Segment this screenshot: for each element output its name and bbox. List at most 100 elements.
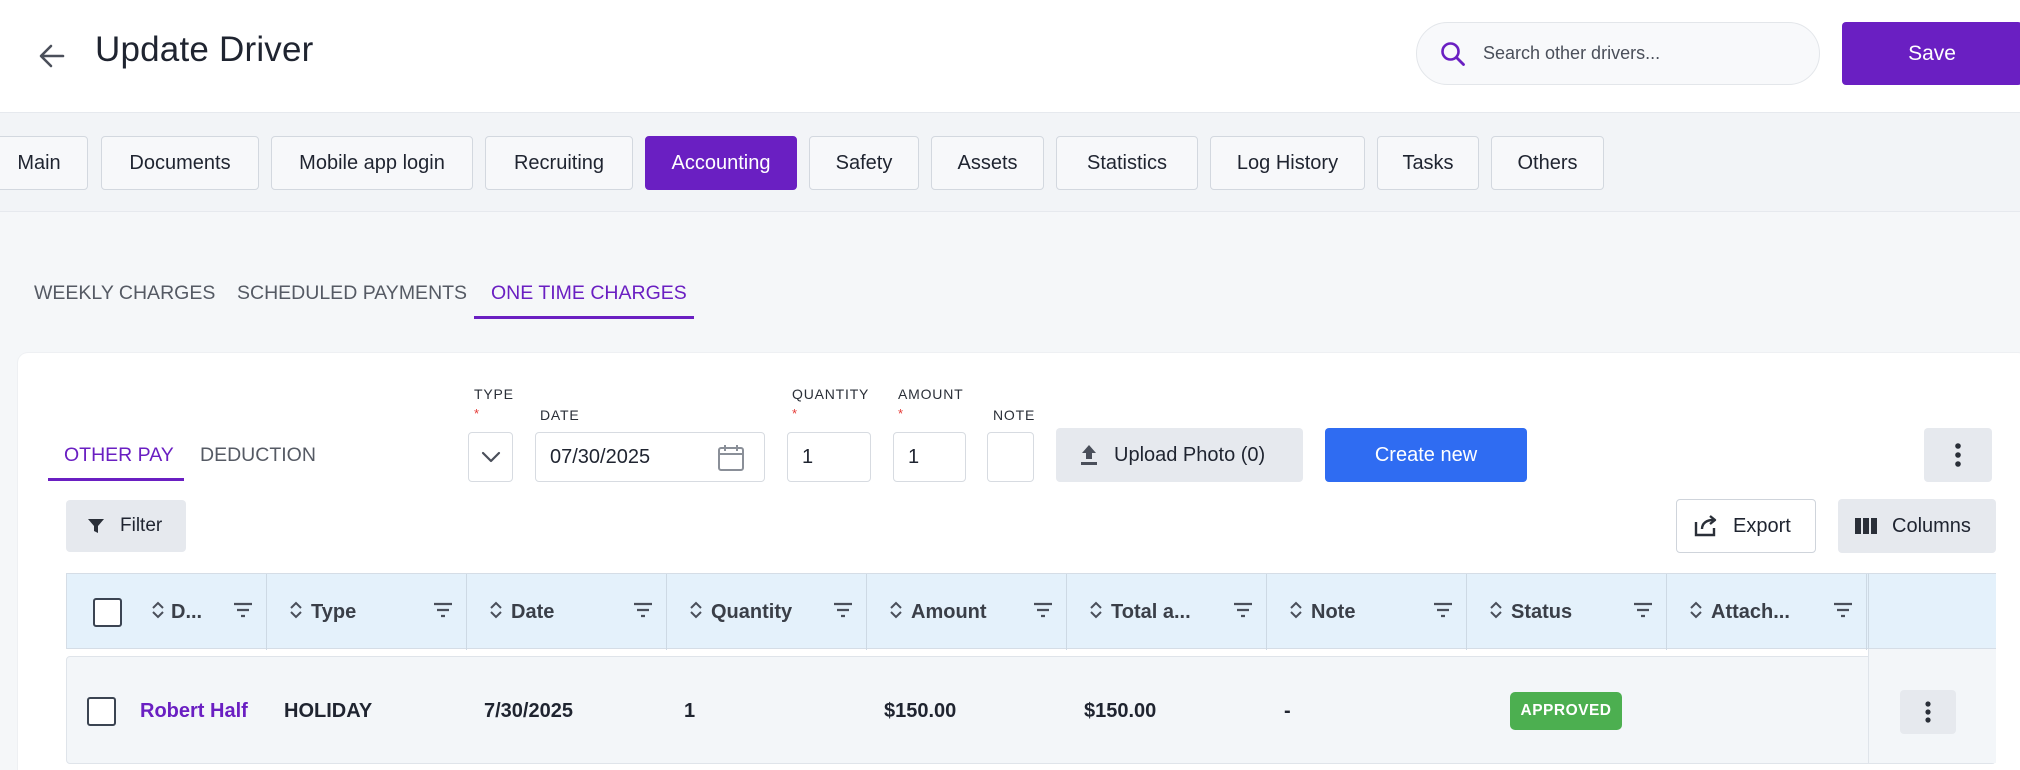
- upload-icon: [1081, 445, 1097, 465]
- cell-total-amount: $150.00: [1084, 699, 1157, 722]
- search-input[interactable]: [1483, 43, 1783, 64]
- page-header: Update Driver Save: [0, 0, 2020, 113]
- column-header-type[interactable]: Type: [267, 574, 467, 650]
- column-label: Note: [1311, 601, 1356, 623]
- sort-icon[interactable]: [889, 600, 903, 620]
- tab-deduction[interactable]: DEDUCTION: [200, 444, 316, 467]
- filter-button[interactable]: Filter: [66, 500, 186, 552]
- page-title: Update Driver: [95, 30, 314, 69]
- save-button[interactable]: Save: [1842, 22, 2020, 85]
- row-checkbox[interactable]: [87, 697, 116, 726]
- search-icon: [1441, 41, 1465, 66]
- filter-icon[interactable]: [1433, 602, 1453, 618]
- driver-link[interactable]: Robert Half: [140, 657, 248, 765]
- tab-mobile-app-login[interactable]: Mobile app login: [271, 136, 473, 190]
- quantity-label: QUANTITY: [792, 386, 870, 402]
- filter-label: Filter: [120, 515, 163, 536]
- tab-assets[interactable]: Assets: [931, 136, 1044, 190]
- column-header-date[interactable]: Date: [467, 574, 667, 650]
- row-actions-button[interactable]: [1900, 690, 1956, 734]
- filter-icon[interactable]: [1833, 602, 1853, 618]
- column-label: Type: [311, 601, 357, 623]
- type-select[interactable]: [468, 432, 513, 482]
- amount-label: AMOUNT: [898, 386, 964, 402]
- more-vertical-icon: [1925, 701, 1931, 723]
- cell-quantity: 1: [684, 699, 696, 722]
- filter-icon[interactable]: [1033, 602, 1053, 618]
- sort-icon[interactable]: [1089, 600, 1103, 620]
- filter-icon[interactable]: [433, 602, 453, 618]
- sort-icon[interactable]: [1489, 600, 1503, 620]
- inner-tab-indicator: [48, 478, 184, 481]
- columns-icon: [1855, 518, 1877, 534]
- date-value: 07/30/2025: [550, 445, 651, 468]
- column-label: D...: [171, 601, 203, 623]
- sort-icon[interactable]: [289, 600, 303, 620]
- filter-icon[interactable]: [1633, 602, 1653, 618]
- filter-icon[interactable]: [1233, 602, 1253, 618]
- tab-recruiting[interactable]: Recruiting: [485, 136, 633, 190]
- table-header: D... Type Date Quantity Amount Total a..…: [66, 573, 1996, 650]
- status-badge: APPROVED: [1510, 692, 1622, 730]
- type-required-mark: *: [474, 406, 480, 421]
- tab-others[interactable]: Others: [1491, 136, 1604, 190]
- upload-photo-label: Upload Photo (0): [1114, 443, 1266, 466]
- column-header-driver[interactable]: D...: [67, 574, 267, 650]
- table-row[interactable]: Robert Half HOLIDAY 7/30/2025 1 $150.00 …: [66, 656, 1996, 764]
- back-arrow-icon: [39, 44, 65, 68]
- quantity-required-mark: *: [792, 406, 798, 421]
- column-header-attachments[interactable]: Attach...: [1667, 574, 1867, 650]
- column-header-note[interactable]: Note: [1267, 574, 1467, 650]
- column-header-status[interactable]: Status: [1467, 574, 1667, 650]
- tab-safety[interactable]: Safety: [809, 136, 919, 190]
- columns-label: Columns: [1892, 514, 1971, 537]
- cell-note: -: [1284, 699, 1291, 722]
- driver-tabs: Main Documents Mobile app login Recruiti…: [0, 113, 2020, 212]
- tab-other-pay[interactable]: OTHER PAY: [64, 444, 174, 467]
- columns-button[interactable]: Columns: [1838, 499, 1996, 553]
- tab-log-history[interactable]: Log History: [1210, 136, 1365, 190]
- export-button[interactable]: Export: [1676, 499, 1816, 553]
- sort-icon[interactable]: [489, 600, 503, 620]
- tab-documents[interactable]: Documents: [101, 136, 259, 190]
- sort-icon[interactable]: [1289, 600, 1303, 620]
- column-label: Amount: [911, 601, 987, 623]
- subtab-weekly-charges[interactable]: WEEKLY CHARGES: [34, 282, 215, 305]
- tab-statistics[interactable]: Statistics: [1056, 136, 1198, 190]
- date-label: DATE: [540, 407, 580, 423]
- filter-icon[interactable]: [633, 602, 653, 618]
- amount-required-mark: *: [898, 406, 904, 421]
- sort-icon[interactable]: [689, 600, 703, 620]
- subtab-indicator: [474, 316, 694, 319]
- more-vertical-icon: [1955, 443, 1961, 467]
- cell-amount: $150.00: [884, 699, 957, 722]
- actions-column-header: [1868, 573, 1996, 649]
- cell-type: HOLIDAY: [284, 699, 373, 722]
- tab-accounting[interactable]: Accounting: [645, 136, 797, 190]
- chevron-down-icon: [481, 451, 500, 463]
- subtab-one-time-charges[interactable]: ONE TIME CHARGES: [491, 282, 687, 305]
- column-header-quantity[interactable]: Quantity: [667, 574, 867, 650]
- filter-icon[interactable]: [833, 602, 853, 618]
- subtab-scheduled-payments[interactable]: SCHEDULED PAYMENTS: [237, 282, 467, 305]
- calendar-icon[interactable]: [716, 443, 746, 473]
- export-icon: [1694, 515, 1717, 537]
- upload-photo-button[interactable]: Upload Photo (0): [1056, 428, 1303, 482]
- cell-date: 7/30/2025: [484, 699, 573, 722]
- amount-input[interactable]: 1: [893, 432, 966, 482]
- more-options-button[interactable]: [1924, 428, 1992, 482]
- driver-search[interactable]: [1416, 22, 1820, 85]
- sort-icon[interactable]: [1689, 600, 1703, 620]
- column-header-amount[interactable]: Amount: [867, 574, 1067, 650]
- filter-icon[interactable]: [233, 602, 253, 618]
- back-button[interactable]: [30, 34, 74, 78]
- quantity-input[interactable]: 1: [787, 432, 871, 482]
- sort-icon[interactable]: [151, 600, 165, 620]
- type-label: TYPE: [474, 386, 514, 402]
- column-header-total-amount[interactable]: Total a...: [1067, 574, 1267, 650]
- tab-main[interactable]: Main: [0, 136, 88, 190]
- note-input[interactable]: [987, 432, 1034, 482]
- date-field[interactable]: 07/30/2025: [535, 432, 765, 482]
- create-new-button[interactable]: Create new: [1325, 428, 1527, 482]
- tab-tasks[interactable]: Tasks: [1377, 136, 1479, 190]
